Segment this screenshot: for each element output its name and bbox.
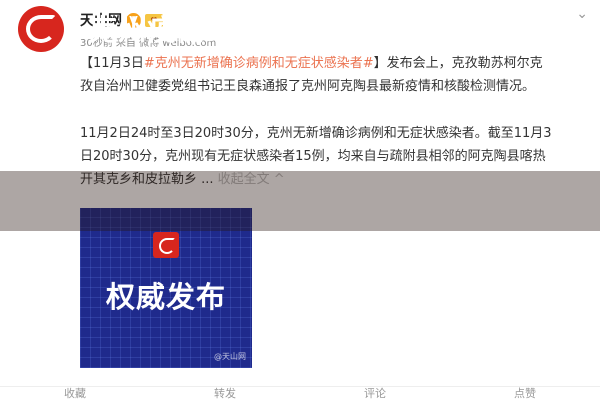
logo-icon — [153, 232, 179, 258]
repost-button[interactable]: 转发 — [214, 387, 236, 400]
post-image[interactable]: 权威发布 @天山网 — [80, 208, 252, 368]
favorite-button[interactable]: 收藏 — [64, 387, 86, 400]
banner-title: 克州疫情最新通知/克州这个地方 — [87, 13, 513, 47]
post-para2-line2: 日20时30分，克州现有无症状感染者15例，均来自与疏附县相邻的阿克陶县喀热 — [80, 149, 546, 164]
comment-button[interactable]: 评论 — [364, 387, 386, 400]
like-button[interactable]: 点赞 — [514, 387, 536, 400]
image-title: 权威发布 — [105, 280, 226, 314]
post-line2: 孜自治州卫健委党组书记王良森通报了克州阿克陶县最新疫情和核酸检测情况。 — [80, 79, 536, 94]
post-para2-line1: 11月2日24时至3日20时30分，克州无新增确诊病例和无症状感染者。截至11月… — [80, 126, 552, 141]
image-watermark: @天山网 — [214, 352, 246, 361]
title-banner — [0, 171, 600, 231]
action-bar: 收藏 转发 评论 点赞 — [0, 386, 600, 400]
